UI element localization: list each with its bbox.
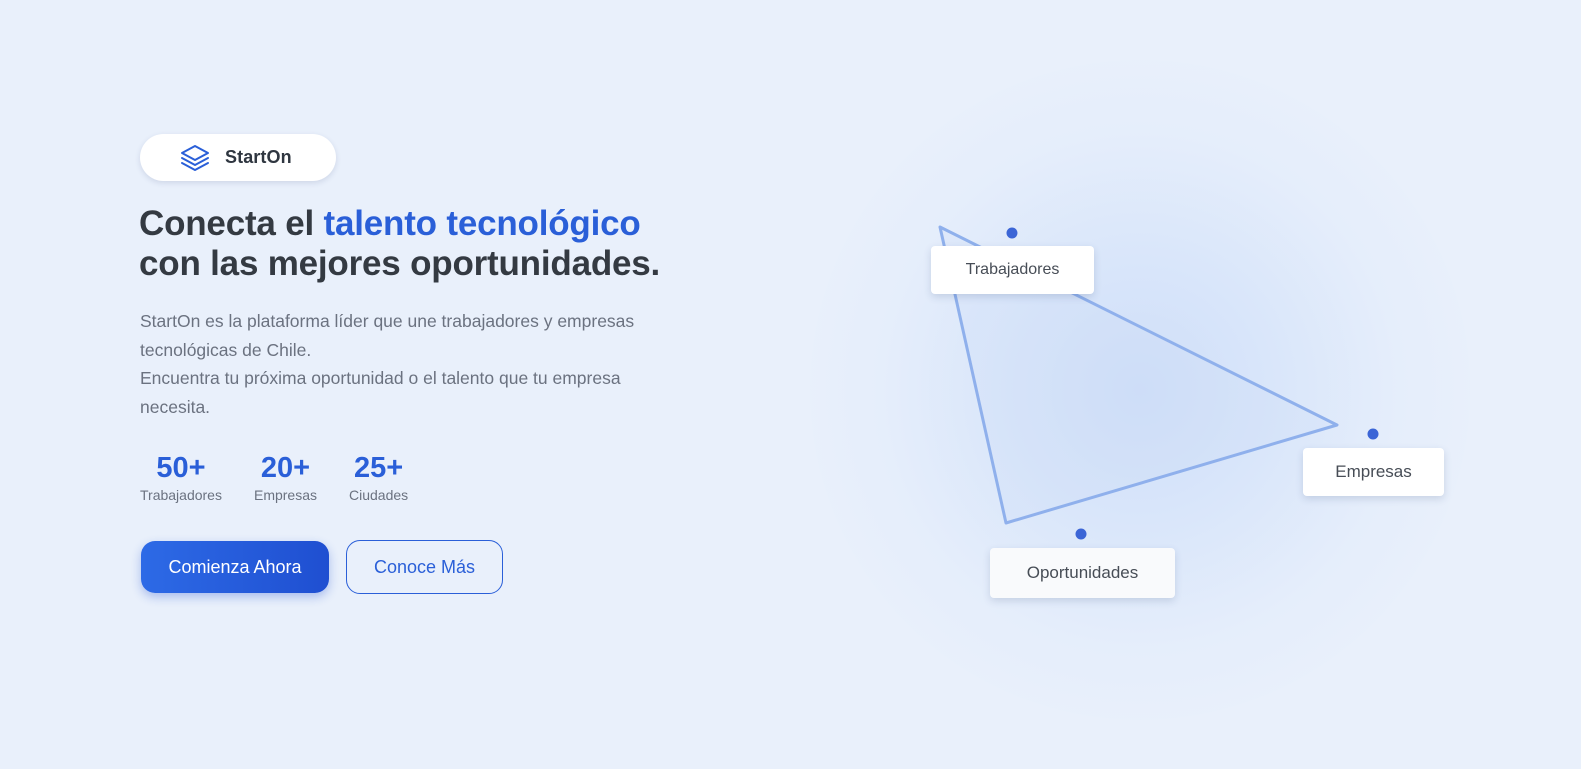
node-empresas: Empresas [1303,448,1444,496]
node-trabajadores: Trabajadores [931,246,1094,294]
node-dot-trabajadores [1006,227,1018,239]
network-diagram [938,225,1379,540]
node-oportunidades: Oportunidades [990,548,1175,598]
node-dot-empresas [1367,428,1379,440]
hero-page: StartOn Conecta el talento tecnológico c… [0,0,1581,769]
node-dot-oportunidades [1075,528,1087,540]
